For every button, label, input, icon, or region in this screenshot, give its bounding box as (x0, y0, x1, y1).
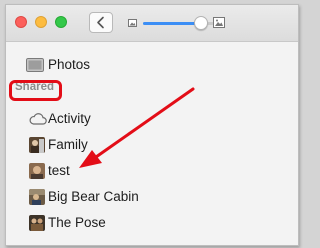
sidebar-item-label: Big Bear Cabin (48, 189, 139, 204)
cloud-icon (29, 113, 47, 125)
album-thumbnail (29, 189, 45, 205)
album-thumbnail (29, 137, 45, 153)
sidebar-item-activity[interactable]: Activity (6, 107, 298, 131)
album-thumbnail (29, 163, 45, 179)
sidebar: Photos Shared Activity Family test Big B… (6, 42, 298, 245)
zoom-slider-knob[interactable] (194, 16, 208, 30)
minimize-button[interactable] (35, 16, 47, 28)
back-button[interactable] (89, 12, 113, 33)
sidebar-item-photos[interactable]: Photos (6, 53, 298, 77)
sidebar-item-big-bear-cabin[interactable]: Big Bear Cabin (6, 185, 298, 209)
zoom-window-button[interactable] (55, 16, 67, 28)
sidebar-item-label: Activity (48, 111, 91, 126)
sidebar-item-label: The Pose (48, 215, 106, 230)
title-bar (6, 5, 298, 42)
sidebar-item-the-pose[interactable]: The Pose (6, 211, 298, 235)
app-window: Photos Shared Activity Family test Big B… (5, 4, 299, 246)
close-button[interactable] (15, 16, 27, 28)
highlight-box (9, 80, 62, 101)
sidebar-item-label: Photos (48, 57, 91, 72)
sidebar-item-family[interactable]: Family (6, 133, 298, 157)
large-thumbnail-icon[interactable] (213, 17, 225, 28)
chevron-left-icon (97, 16, 104, 29)
sidebar-item-label: Family (48, 137, 88, 152)
sidebar-item-label: test (48, 163, 70, 178)
small-thumbnail-icon[interactable] (128, 19, 137, 27)
album-thumbnail (29, 215, 45, 231)
photos-icon (26, 58, 44, 72)
sidebar-item-test[interactable]: test (6, 159, 298, 183)
